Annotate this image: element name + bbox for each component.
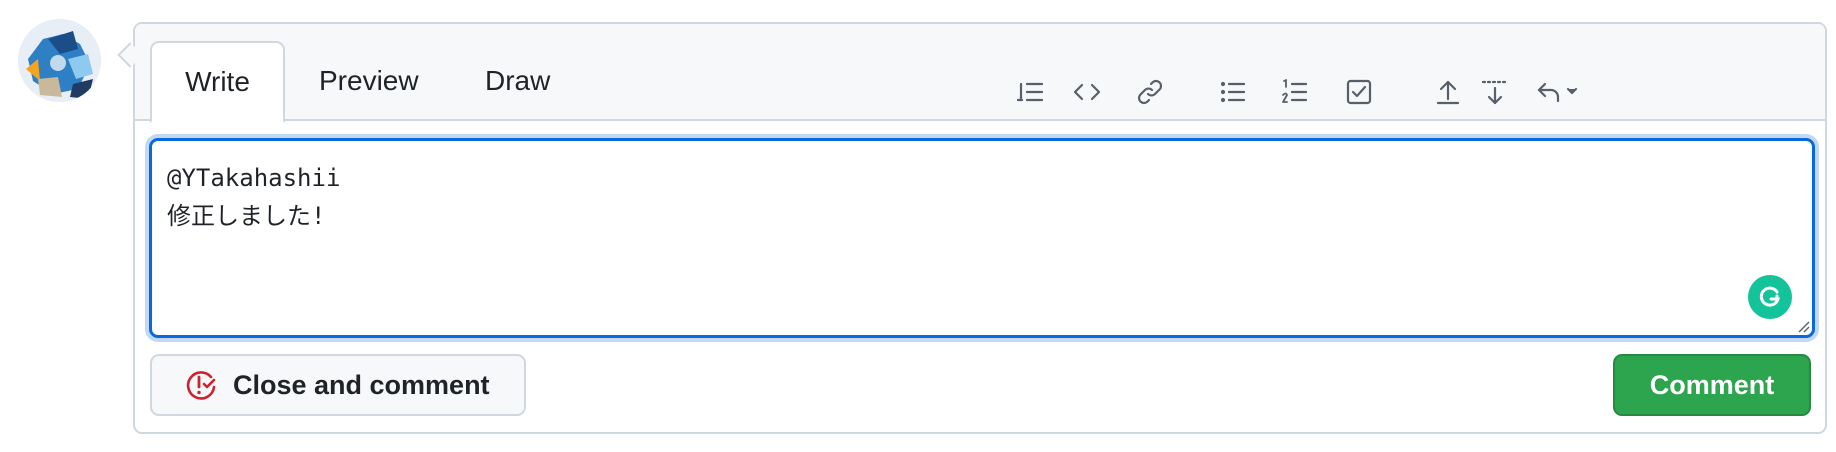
grammarly-icon[interactable] bbox=[1748, 275, 1792, 319]
comment-textarea[interactable]: @YTakahashii 修正しました! bbox=[149, 138, 1815, 338]
tab-preview[interactable]: Preview bbox=[287, 41, 451, 121]
heading-icon[interactable] bbox=[1009, 70, 1053, 114]
comment-box: Write Preview Draw @YTakahashii 修正しました! … bbox=[133, 22, 1827, 434]
comment-text[interactable]: @YTakahashii 修正しました! bbox=[167, 159, 340, 235]
task-list-icon[interactable] bbox=[1337, 70, 1381, 114]
upload-icon[interactable] bbox=[1426, 70, 1470, 114]
numbered-list-icon[interactable] bbox=[1273, 70, 1317, 114]
tab-draw[interactable]: Draw bbox=[453, 41, 582, 121]
comment-button[interactable]: Comment bbox=[1613, 354, 1811, 416]
reply-icon[interactable] bbox=[1529, 70, 1589, 114]
resize-handle-icon[interactable] bbox=[1796, 319, 1810, 333]
comment-button-label: Comment bbox=[1649, 369, 1775, 400]
tab-write[interactable]: Write bbox=[150, 41, 285, 123]
collapse-icon[interactable] bbox=[1473, 70, 1517, 114]
code-icon[interactable] bbox=[1065, 70, 1109, 114]
avatar[interactable] bbox=[18, 19, 101, 102]
link-icon[interactable] bbox=[1128, 70, 1172, 114]
editor-tabs: Write Preview Draw bbox=[135, 24, 1825, 123]
issue-closed-icon bbox=[186, 371, 216, 400]
close-and-comment-label: Close and comment bbox=[233, 369, 490, 400]
bulleted-list-icon[interactable] bbox=[1211, 70, 1255, 114]
close-and-comment-button[interactable]: Close and comment bbox=[150, 354, 526, 416]
